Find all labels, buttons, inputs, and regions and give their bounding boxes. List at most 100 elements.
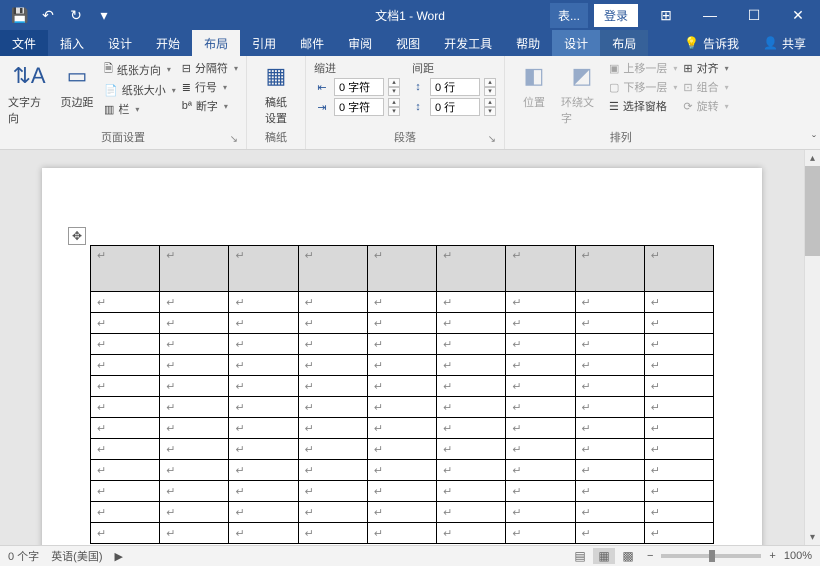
tab-view[interactable]: 视图 <box>384 30 432 56</box>
table-cell[interactable]: ↵ <box>575 502 644 523</box>
redo-button[interactable]: ↻ <box>64 3 88 27</box>
table-cell[interactable]: ↵ <box>367 397 436 418</box>
table-cell[interactable]: ↵ <box>160 439 229 460</box>
table-row[interactable]: ↵↵↵↵↵↵↵↵↵ <box>91 246 714 292</box>
table-cell[interactable]: ↵ <box>367 439 436 460</box>
tab-table-layout[interactable]: 布局 <box>600 30 648 56</box>
table-cell[interactable]: ↵ <box>506 334 575 355</box>
table-cell[interactable]: ↵ <box>644 355 713 376</box>
table-cell[interactable]: ↵ <box>506 523 575 544</box>
table-cell[interactable]: ↵ <box>229 313 298 334</box>
table-cell[interactable]: ↵ <box>229 523 298 544</box>
table-cell[interactable]: ↵ <box>160 355 229 376</box>
table-cell[interactable]: ↵ <box>160 376 229 397</box>
space-after-field[interactable]: ↕▴▾ <box>410 98 496 116</box>
tab-mailings[interactable]: 邮件 <box>288 30 336 56</box>
table-cell[interactable]: ↵ <box>437 481 506 502</box>
table-cell[interactable]: ↵ <box>575 376 644 397</box>
tab-layout[interactable]: 布局 <box>192 30 240 56</box>
table-cell[interactable]: ↵ <box>91 246 160 292</box>
table-cell[interactable]: ↵ <box>437 355 506 376</box>
table-cell[interactable]: ↵ <box>229 292 298 313</box>
table-cell[interactable]: ↵ <box>160 292 229 313</box>
table-row[interactable]: ↵↵↵↵↵↵↵↵↵ <box>91 502 714 523</box>
table-cell[interactable]: ↵ <box>91 502 160 523</box>
table-row[interactable]: ↵↵↵↵↵↵↵↵↵ <box>91 313 714 334</box>
tab-help[interactable]: 帮助 <box>504 30 552 56</box>
table-cell[interactable]: ↵ <box>298 376 367 397</box>
zoom-in-button[interactable]: + <box>769 550 775 562</box>
tab-home[interactable]: 开始 <box>144 30 192 56</box>
tab-insert[interactable]: 插入 <box>48 30 96 56</box>
share-button[interactable]: 👤 共享 <box>749 35 820 52</box>
indent-left-field[interactable]: ⇤▴▾ <box>314 78 400 96</box>
table-move-handle[interactable]: ✥ <box>68 227 86 245</box>
zoom-slider[interactable] <box>661 554 761 558</box>
table-cell[interactable]: ↵ <box>644 460 713 481</box>
tab-file[interactable]: 文件 <box>0 30 48 56</box>
table-cell[interactable]: ↵ <box>91 418 160 439</box>
table-cell[interactable]: ↵ <box>644 439 713 460</box>
table-cell[interactable]: ↵ <box>575 313 644 334</box>
table-cell[interactable]: ↵ <box>298 334 367 355</box>
table-cell[interactable]: ↵ <box>437 502 506 523</box>
table-cell[interactable]: ↵ <box>160 523 229 544</box>
table-cell[interactable]: ↵ <box>367 334 436 355</box>
table-cell[interactable]: ↵ <box>91 439 160 460</box>
table-row[interactable]: ↵↵↵↵↵↵↵↵↵ <box>91 418 714 439</box>
text-direction-button[interactable]: ⇅A 文字方向 <box>8 60 50 126</box>
table-cell[interactable]: ↵ <box>367 313 436 334</box>
table-cell[interactable]: ↵ <box>644 334 713 355</box>
table-cell[interactable]: ↵ <box>506 246 575 292</box>
table-cell[interactable]: ↵ <box>298 355 367 376</box>
margins-button[interactable]: ▭ 页边距 <box>56 60 98 110</box>
table-cell[interactable]: ↵ <box>506 355 575 376</box>
space-before-input[interactable] <box>430 78 480 96</box>
table-cell[interactable]: ↵ <box>575 460 644 481</box>
orientation-button[interactable]: 🗎纸张方向▾ <box>104 60 176 79</box>
table-cell[interactable]: ↵ <box>298 292 367 313</box>
table-cell[interactable]: ↵ <box>575 523 644 544</box>
table-cell[interactable]: ↵ <box>298 439 367 460</box>
table-cell[interactable]: ↵ <box>644 397 713 418</box>
table-cell[interactable]: ↵ <box>644 481 713 502</box>
align-button[interactable]: ⊞对齐▾ <box>683 60 728 76</box>
table-cell[interactable]: ↵ <box>506 376 575 397</box>
table-cell[interactable]: ↵ <box>298 502 367 523</box>
table-cell[interactable]: ↵ <box>160 418 229 439</box>
table-cell[interactable]: ↵ <box>575 355 644 376</box>
table-cell[interactable]: ↵ <box>575 418 644 439</box>
table-cell[interactable]: ↵ <box>575 481 644 502</box>
table-cell[interactable]: ↵ <box>575 246 644 292</box>
breaks-button[interactable]: ⊟分隔符▾ <box>182 60 238 76</box>
table-cell[interactable]: ↵ <box>437 376 506 397</box>
table-cell[interactable]: ↵ <box>506 313 575 334</box>
table-cell[interactable]: ↵ <box>229 376 298 397</box>
table-cell[interactable]: ↵ <box>437 460 506 481</box>
manuscript-button[interactable]: ▦ 稿纸 设置 <box>255 60 297 126</box>
table-cell[interactable]: ↵ <box>575 439 644 460</box>
table-row[interactable]: ↵↵↵↵↵↵↵↵↵ <box>91 460 714 481</box>
table-cell[interactable]: ↵ <box>229 502 298 523</box>
table-cell[interactable]: ↵ <box>298 418 367 439</box>
table-row[interactable]: ↵↵↵↵↵↵↵↵↵ <box>91 292 714 313</box>
spinner-buttons[interactable]: ▴▾ <box>388 78 400 96</box>
table-cell[interactable]: ↵ <box>298 460 367 481</box>
save-button[interactable]: 💾 <box>8 3 32 27</box>
ribbon-options-button[interactable]: ⊞ <box>644 0 688 30</box>
space-before-field[interactable]: ↕▴▾ <box>410 78 496 96</box>
table-cell[interactable]: ↵ <box>437 439 506 460</box>
table-cell[interactable]: ↵ <box>575 292 644 313</box>
vertical-scrollbar[interactable]: ▴ ▾ <box>804 150 820 545</box>
table-row[interactable]: ↵↵↵↵↵↵↵↵↵ <box>91 397 714 418</box>
table-cell[interactable]: ↵ <box>437 418 506 439</box>
dialog-launcher-icon[interactable]: ↘ <box>230 134 238 145</box>
table-cell[interactable]: ↵ <box>229 418 298 439</box>
collapse-ribbon-button[interactable]: ˇ <box>812 133 816 147</box>
table-cell[interactable]: ↵ <box>160 460 229 481</box>
tab-table-design[interactable]: 设计 <box>552 30 600 56</box>
table-tools-tab[interactable]: 表... <box>550 3 588 28</box>
tab-references[interactable]: 引用 <box>240 30 288 56</box>
spinner-buttons[interactable]: ▴▾ <box>484 78 496 96</box>
indent-left-input[interactable] <box>334 78 384 96</box>
